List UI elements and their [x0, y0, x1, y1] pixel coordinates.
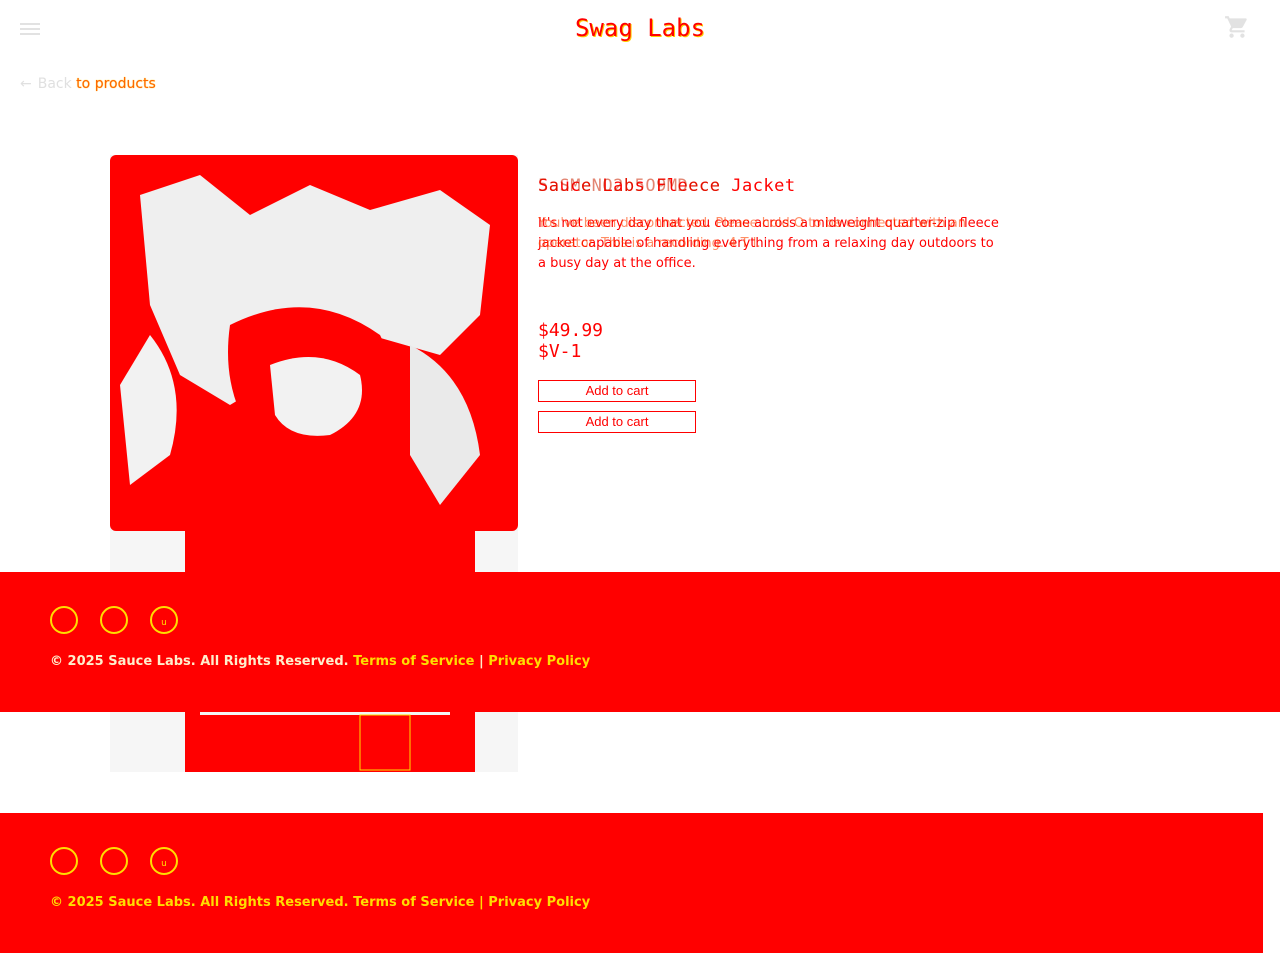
- product-name: Sauce Labs Fleece Jacket 5aSMeNO2b5O9MDe…: [538, 176, 796, 196]
- price-value: $49.99: [538, 320, 604, 341]
- linkedin-glyph: u: [161, 618, 167, 628]
- footer-copyright: © 2025 Sauce Labs. All Rights Reserved. …: [50, 654, 590, 669]
- arrow-left-icon: ←: [20, 76, 32, 92]
- add-to-cart-button-duplicate[interactable]: Add to cart: [538, 411, 696, 433]
- product-name-overlay: 5aSMeNO2b5O9MDece: [538, 176, 721, 196]
- back-link-rest: to products: [71, 76, 156, 92]
- back-to-products-link[interactable]: ← Back to products: [20, 76, 156, 92]
- product-description-overlay: You've been disconnected. Please hold O …: [538, 216, 966, 251]
- add-to-cart-button[interactable]: Add to cart: [538, 380, 696, 402]
- footer-overlay: u © 2025 Sauce Labs. All Rights Reserved…: [0, 572, 1280, 712]
- footer-separator: |: [478, 654, 484, 669]
- footer: u © 2025 Sauce Labs. All Rights Reserved…: [0, 813, 1263, 953]
- twitter-icon[interactable]: [50, 847, 78, 875]
- linkedin-icon[interactable]: u: [150, 606, 178, 634]
- privacy-policy-link[interactable]: Privacy Policy: [488, 654, 590, 669]
- shopping-cart-button[interactable]: [1224, 14, 1250, 40]
- app-title: Swag Labs: [574, 14, 706, 42]
- product-price: $49.99 $V-1: [538, 320, 603, 362]
- price-alt-value: $V-1: [538, 341, 582, 362]
- copyright-text: © 2025 Sauce Labs. All Rights Reserved.: [50, 654, 349, 669]
- linkedin-glyph: u: [161, 859, 167, 869]
- copyright-text: © 2025 Sauce Labs. All Rights Reserved.: [50, 895, 349, 910]
- product-description: It's not every day that you come across …: [538, 214, 1000, 274]
- terms-of-service-link[interactable]: Terms of Service: [353, 654, 474, 669]
- footer-separator: |: [478, 895, 484, 910]
- facebook-icon[interactable]: [100, 606, 128, 634]
- terms-of-service-link[interactable]: Terms of Service: [353, 895, 474, 910]
- back-link-word: Back: [37, 76, 72, 92]
- facebook-icon[interactable]: [100, 847, 128, 875]
- privacy-policy-link[interactable]: Privacy Policy: [488, 895, 590, 910]
- shopping-cart-icon: [1225, 16, 1247, 38]
- twitter-icon[interactable]: [50, 606, 78, 634]
- footer-copyright: © 2025 Sauce Labs. All Rights Reserved. …: [50, 895, 590, 910]
- linkedin-icon[interactable]: u: [150, 847, 178, 875]
